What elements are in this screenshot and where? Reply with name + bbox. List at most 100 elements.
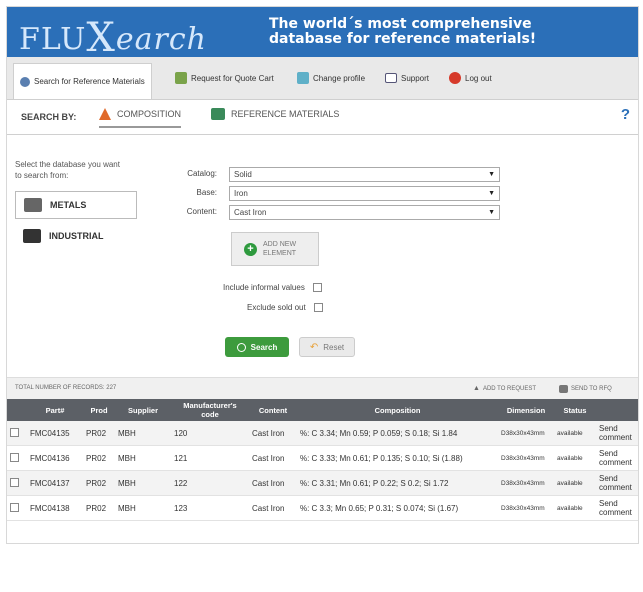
code-cell: 122 <box>171 470 249 496</box>
help-icon[interactable]: ? <box>621 106 630 123</box>
content-label: Content: <box>186 207 217 216</box>
col-composition[interactable]: Composition <box>297 399 498 421</box>
tagline-line1: The world´s most comprehensive <box>269 16 532 32</box>
app-window: FLUXearch The world´s most comprehensive… <box>6 6 639 544</box>
catalog-select[interactable]: Solid ▼ <box>229 167 500 182</box>
logo-flu: FLU <box>19 22 87 57</box>
table-row: FMC04138 PR02 MBH 123 Cast Iron %: C 3.3… <box>7 495 638 521</box>
part-number-link[interactable]: FMC04138 <box>27 495 83 521</box>
part-number-link[interactable]: FMC04137 <box>27 470 83 496</box>
nav-support[interactable]: Support <box>385 69 429 87</box>
nav-logout-label: Log out <box>465 73 492 83</box>
nav-request-cart[interactable]: Request for Quote Cart <box>175 69 274 87</box>
col-part[interactable]: Part# <box>27 399 83 421</box>
code-cell: 121 <box>171 445 249 471</box>
search-by-bar: SEARCH BY: COMPOSITION REFERENCE MATERIA… <box>7 100 638 135</box>
code-cell: 120 <box>171 421 249 446</box>
content-cell: Cast Iron <box>249 421 297 446</box>
database-industrial[interactable]: INDUSTRIAL <box>15 223 135 249</box>
element-text: ELEMENT <box>263 250 297 257</box>
flask-icon <box>99 108 111 120</box>
status-cell: available <box>554 495 596 521</box>
cart-icon <box>175 72 187 84</box>
tab-reference-materials[interactable]: REFERENCE MATERIALS <box>211 108 339 120</box>
dimension-cell: D38x30x43mm <box>498 445 554 471</box>
col-dimension[interactable]: Dimension <box>498 399 554 421</box>
magnifier-icon <box>20 76 30 87</box>
nav-logout[interactable]: Log out <box>449 69 492 87</box>
status-cell: available <box>554 421 596 446</box>
col-prod[interactable]: Prod <box>83 399 115 421</box>
col-manufacturer-code[interactable]: Manufacturer's code <box>171 399 249 421</box>
add-to-request-label: ADD TO REQUEST <box>482 385 537 392</box>
col-supplier[interactable]: Supplier <box>115 399 171 421</box>
include-informal-label: Include informal values <box>223 283 305 292</box>
base-value: Iron <box>234 189 248 198</box>
power-icon <box>449 72 461 84</box>
content-cell: Cast Iron <box>249 495 297 521</box>
send-to-rfq-label: SEND TO RFQ <box>571 386 612 392</box>
send-comment-link[interactable]: Send comment <box>596 421 638 446</box>
row-checkbox[interactable] <box>10 427 19 437</box>
database-prompt: Select the database you want to search f… <box>15 160 120 180</box>
base-select[interactable]: Iron ▼ <box>229 186 500 201</box>
row-checkbox-cell <box>7 445 27 471</box>
results-toolbar: TOTAL NUMBER OF RECORDS: 227 ▲ ADD TO RE… <box>7 377 638 400</box>
supplier-cell: MBH <box>115 495 171 521</box>
tab-composition[interactable]: COMPOSITION <box>99 108 182 128</box>
col-content[interactable]: Content <box>249 399 297 421</box>
nav-profile-label: Change profile <box>313 73 366 83</box>
send-to-rfq-link[interactable]: SEND TO RFQ <box>559 385 612 393</box>
content-cell: Cast Iron <box>249 470 297 496</box>
row-checkbox[interactable] <box>10 477 19 487</box>
tagline: The world´s most comprehensive database … <box>269 17 536 47</box>
database-metals[interactable]: METALS <box>15 191 137 219</box>
content-value: Cast Iron <box>234 208 267 217</box>
metals-icon <box>24 198 42 212</box>
top-nav: Search for Reference Materials Request f… <box>7 57 638 100</box>
send-comment-link[interactable]: Send comment <box>596 445 638 471</box>
folder-icon <box>211 108 225 120</box>
nav-search[interactable]: Search for Reference Materials <box>13 63 152 99</box>
add-new-element-button[interactable]: + ADD NEW ELEMENT <box>231 232 319 266</box>
undo-icon: ↶ <box>309 341 319 353</box>
row-checkbox[interactable] <box>10 452 19 462</box>
fluxearch-logo[interactable]: FLUXearch <box>19 13 207 61</box>
search-icon <box>236 342 246 352</box>
results-table: Part# Prod Supplier Manufacturer's code … <box>7 399 638 521</box>
row-checkbox-cell <box>7 470 27 496</box>
row-checkbox-cell <box>7 421 27 446</box>
add-to-request-link[interactable]: ▲ ADD TO REQUEST <box>473 385 536 392</box>
part-number-link[interactable]: FMC04136 <box>27 445 83 471</box>
header-banner: FLUXearch The world´s most comprehensive… <box>7 7 638 61</box>
dimension-cell: D38x30x43mm <box>498 495 554 521</box>
content-select[interactable]: Cast Iron ▼ <box>229 205 500 220</box>
logo-earch: earch <box>115 22 207 57</box>
nav-change-profile[interactable]: Change profile <box>297 69 365 87</box>
logo-x: X <box>86 15 116 61</box>
part-number-link[interactable]: FMC04135 <box>27 421 83 446</box>
col-comment <box>596 399 638 421</box>
include-informal-checkbox[interactable] <box>312 283 322 292</box>
row-checkbox[interactable] <box>10 502 19 512</box>
send-comment-link[interactable]: Send comment <box>596 470 638 496</box>
add-new-element-label: ADD NEW ELEMENT <box>263 240 296 258</box>
exclude-sold-out-checkbox[interactable] <box>313 303 323 312</box>
send-comment-link[interactable]: Send comment <box>596 495 638 521</box>
chevron-down-icon: ▼ <box>488 171 495 178</box>
row-checkbox-cell <box>7 495 27 521</box>
prod-cell: PR02 <box>83 495 115 521</box>
reset-button[interactable]: ↶ Reset <box>299 337 355 357</box>
nav-request-label: Request for Quote Cart <box>191 73 274 83</box>
table-row: FMC04137 PR02 MBH 122 Cast Iron %: C 3.3… <box>7 470 638 496</box>
search-button[interactable]: Search <box>225 337 289 357</box>
prod-cell: PR02 <box>83 470 115 496</box>
col-select <box>7 399 27 421</box>
composition-cell: %: C 3.3; Mn 0.65; P 0.31; S 0.074; Si (… <box>297 495 498 521</box>
dimension-cell: D38x30x43mm <box>498 421 554 446</box>
col-status[interactable]: Status <box>554 399 596 421</box>
composition-cell: %: C 3.31; Mn 0.61; P 0.22; S 0.2; Si 1.… <box>297 470 498 496</box>
users-icon <box>297 72 309 84</box>
content-cell: Cast Iron <box>249 445 297 471</box>
tab-composition-label: COMPOSITION <box>117 109 182 119</box>
